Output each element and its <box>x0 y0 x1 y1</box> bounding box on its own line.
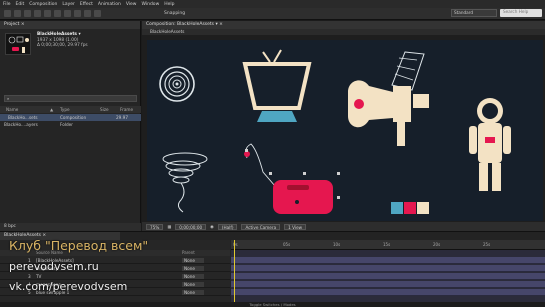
comp-info: BlackHoleAssets ▾ 1937 x 1098 (1.00) Δ 0… <box>37 32 88 49</box>
watermark-title: Клуб "Перевод всем" <box>9 238 149 253</box>
watermark-vk: vk.com/perevodvsem <box>9 280 128 293</box>
layer-track-bar[interactable] <box>231 281 545 288</box>
pan-behind-tool-icon[interactable] <box>54 10 61 17</box>
parent-select[interactable]: None <box>182 266 204 271</box>
grid-icon[interactable]: ▦ <box>167 224 171 229</box>
tornado-graphic[interactable] <box>162 152 208 213</box>
composition-tab[interactable]: Composition: BlackHoleAssets ▾ × <box>142 21 545 29</box>
tick-label: 25s <box>483 242 491 247</box>
workspace-select[interactable]: Standard <box>451 9 497 17</box>
camera-select[interactable]: Active Camera <box>241 223 281 230</box>
composition-footer: 75% ▦ 0;00;00;00 ◉ (Half) Active Camera … <box>142 222 545 231</box>
item-name: BlackHo....ayers <box>4 122 38 127</box>
camera-icon[interactable]: ◉ <box>210 224 214 229</box>
menu-layer[interactable]: Layer <box>62 2 75 7</box>
timeline-tracks[interactable]: 0s 05s 10s 15s 20s 25s <box>231 240 545 307</box>
search-help-input[interactable]: Search Help <box>500 9 542 17</box>
tools-panel: Snapping Workspace: Standard Search Help <box>0 8 545 20</box>
menu-help[interactable]: Help <box>164 2 174 7</box>
project-panel: Project × BlackHoleAssets ▾ 1937 x 1098 … <box>0 21 141 231</box>
menu-composition[interactable]: Composition <box>29 2 57 7</box>
selection-tool-icon[interactable] <box>4 10 11 17</box>
layer-row[interactable]: 3 TV None <box>0 273 230 280</box>
layer-track-bar[interactable] <box>231 265 545 272</box>
text-tool-icon[interactable] <box>74 10 81 17</box>
singularity-graphic[interactable] <box>159 66 195 102</box>
project-search-input[interactable]: ⌕ <box>4 95 137 102</box>
bpc-indicator[interactable]: 8 bpc <box>0 223 141 231</box>
parent-select[interactable]: None <box>182 290 204 295</box>
brush-tool-icon[interactable] <box>84 10 91 17</box>
item-name: BlackHo...sets <box>8 115 38 120</box>
watermark-site: perevodvsem.ru <box>9 260 99 273</box>
current-time-indicator[interactable] <box>234 240 235 307</box>
composition-panel: Composition: BlackHoleAssets ▾ × BlackHo… <box>142 21 545 231</box>
project-tab[interactable]: Project × <box>0 21 140 29</box>
item-type: Composition <box>60 115 87 120</box>
snapping-label[interactable]: Snapping <box>164 11 185 16</box>
comp-duration: Δ 0;00;30;00, 29.97 fps <box>37 43 88 48</box>
time-ruler[interactable]: 0s 05s 10s 15s 20s 25s <box>231 240 545 250</box>
toggle-switches-modes[interactable]: Toggle Switches / Modes <box>0 302 545 307</box>
view-select[interactable]: 1 View <box>284 223 307 230</box>
tv-graphic[interactable] <box>242 49 312 122</box>
layer-track-bar[interactable] <box>231 257 545 264</box>
project-item-folder[interactable]: BlackHo....ayers Folder <box>0 121 141 128</box>
astronaut-graphic[interactable] <box>469 98 511 191</box>
project-item-comp[interactable]: BlackHo...sets Composition 29.97 <box>0 114 141 121</box>
comp-name: BlackHoleAssets ▾ <box>37 32 81 37</box>
menu-window[interactable]: Window <box>142 2 160 7</box>
hand-tool-icon[interactable] <box>14 10 21 17</box>
tick-label: 20s <box>433 242 441 247</box>
layer-track-bar[interactable] <box>231 273 545 280</box>
timecode-display[interactable]: 0;00;00;00 <box>175 223 207 230</box>
zoom-tool-icon[interactable] <box>24 10 31 17</box>
composition-subtab[interactable]: BlackHoleAssets <box>142 29 545 35</box>
col-label[interactable]: ▲ <box>50 106 60 113</box>
item-type: Folder <box>60 122 73 127</box>
composition-canvas[interactable] <box>147 40 543 221</box>
parent-select[interactable]: None <box>182 258 204 263</box>
menu-bar: File Edit Composition Layer Effect Anima… <box>0 0 545 8</box>
header-parent[interactable]: Parent <box>182 250 195 256</box>
menu-file[interactable]: File <box>3 2 11 7</box>
col-type[interactable]: Type <box>60 106 100 113</box>
toaster-graphic[interactable] <box>244 143 333 214</box>
col-name[interactable]: Name <box>0 106 50 113</box>
layer-number: 3 <box>28 274 31 279</box>
megaphone-graphic[interactable] <box>348 51 429 146</box>
pen-tool-icon[interactable] <box>64 10 71 17</box>
menu-edit[interactable]: Edit <box>16 2 25 7</box>
menu-effect[interactable]: Effect <box>80 2 93 7</box>
parent-select[interactable]: None <box>182 274 204 279</box>
tick-label: 10s <box>333 242 341 247</box>
col-frame[interactable]: Frame <box>120 106 140 113</box>
item-frame: 29.97 <box>116 115 128 120</box>
resolution-select[interactable]: (Half) <box>217 223 238 230</box>
zoom-select[interactable]: 75% <box>146 223 164 230</box>
layer-name[interactable]: TV <box>36 273 41 280</box>
menu-view[interactable]: View <box>126 2 137 7</box>
camera-tool-icon[interactable] <box>44 10 51 17</box>
comp-thumbnail <box>5 33 31 55</box>
col-size[interactable]: Size <box>100 106 120 113</box>
tick-label: 05s <box>283 242 291 247</box>
menu-animation[interactable]: Animation <box>98 2 121 7</box>
tick-label: 15s <box>383 242 391 247</box>
layer-track-bar[interactable] <box>231 289 545 296</box>
parent-select[interactable]: None <box>182 282 204 287</box>
project-columns-header: Name ▲ Type Size Frame <box>0 106 141 113</box>
puppet-tool-icon[interactable] <box>94 10 101 17</box>
color-swatches-graphic[interactable] <box>391 202 429 214</box>
search-icon: ⌕ <box>7 96 10 101</box>
rotate-tool-icon[interactable] <box>34 10 41 17</box>
